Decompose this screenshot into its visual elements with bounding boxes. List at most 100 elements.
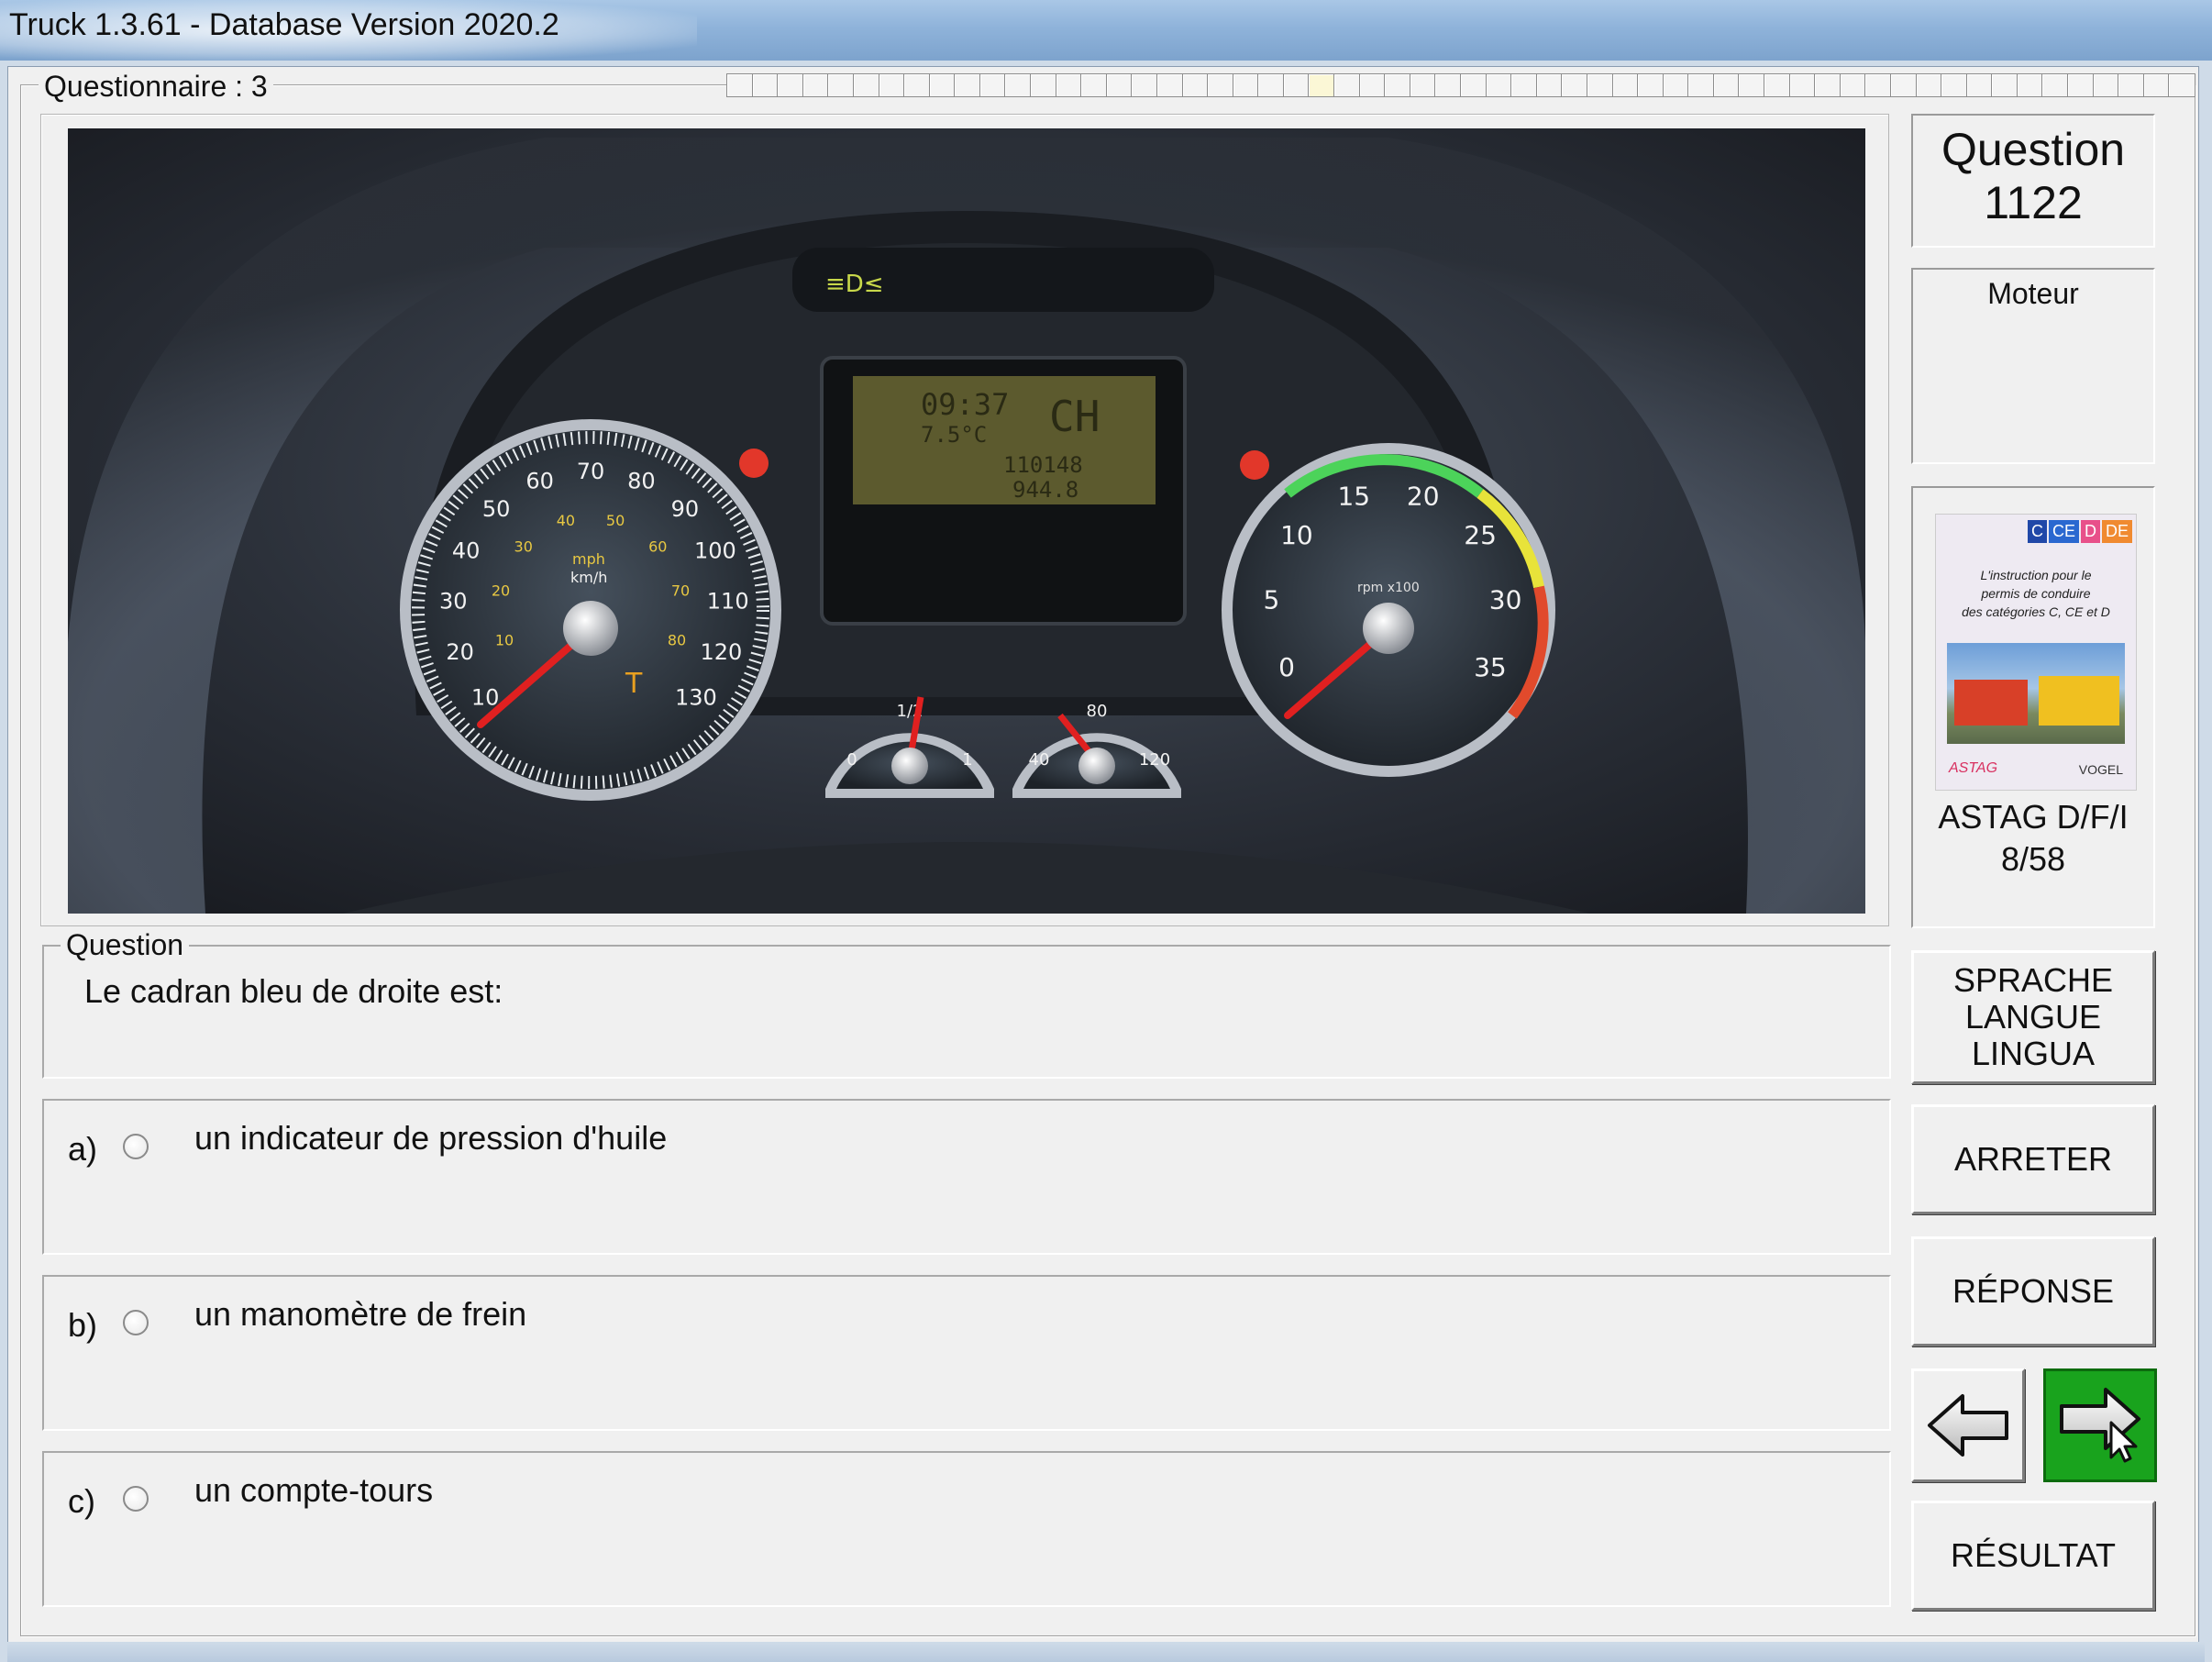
book-badge: D: [2080, 520, 2100, 543]
book-badge: CE: [2048, 520, 2079, 543]
progress-cell: [1788, 73, 1817, 97]
progress-cell: [1004, 73, 1033, 97]
window-bottom-border: [7, 1642, 2205, 1662]
questionnaire-label: Questionnaire : 3: [39, 70, 273, 104]
answer-a-radio[interactable]: [123, 1134, 149, 1159]
question-label: Question: [1941, 124, 2126, 175]
title-bar: Truck 1.3.61 - Database Version 2020.2: [0, 0, 2212, 61]
question-panel: [42, 945, 1891, 1079]
answer-c-radio[interactable]: [123, 1486, 149, 1512]
answer-b-text[interactable]: un manomètre de frein: [194, 1295, 526, 1334]
question-group-label: Question: [61, 928, 190, 962]
progress-cell: [1965, 73, 1994, 97]
answer-button[interactable]: RÉPONSE: [1911, 1236, 2155, 1346]
question-text: Le cadran bleu de droite est:: [84, 972, 503, 1010]
progress-cell: [1712, 73, 1741, 97]
progress-cell: [1105, 73, 1134, 97]
lcd-time: 09:37: [921, 387, 1009, 422]
progress-cell: [928, 73, 957, 97]
progress-cell: [802, 73, 830, 97]
rev-counter: 0 5 10 15 20 25 30 35 rpm x100: [1222, 443, 1555, 777]
temp-tick-label: 120: [1139, 750, 1170, 770]
language-line: SPRACHE: [1952, 961, 2114, 999]
progress-cell: [1561, 73, 1589, 97]
language-line: LINGUA: [1971, 1035, 2096, 1072]
progress-cell: [954, 73, 982, 97]
progress-cell: [1586, 73, 1614, 97]
previous-button[interactable]: [1911, 1368, 2025, 1482]
progress-cell: [1308, 73, 1336, 97]
speedo-tick-label: 80: [627, 469, 656, 494]
result-button[interactable]: RÉSULTAT: [1911, 1501, 2155, 1611]
book-title: L'instruction pour le permis de conduire…: [1936, 566, 2136, 621]
progress-cell: [1510, 73, 1539, 97]
book-title-line: des catégories C, CE et D: [1962, 604, 2110, 619]
speedo-tick-label: 70: [577, 459, 605, 484]
answer-a-text[interactable]: un indicateur de pression d'huile: [194, 1119, 667, 1158]
speedo-tick-label: 50: [482, 496, 511, 522]
answer-b-letter: b): [68, 1306, 98, 1344]
answer-a-letter: a): [68, 1130, 98, 1168]
answer-b-radio[interactable]: [123, 1310, 149, 1335]
category-box: Moteur: [1911, 268, 2155, 464]
speedo-tick-label: 40: [452, 538, 481, 564]
rev-unit: rpm x100: [1357, 581, 1420, 595]
progress-cell: [979, 73, 1007, 97]
speedo-mph-label: 60: [648, 538, 667, 556]
questionnaire-progress: [726, 73, 2196, 97]
speedometer: 102030405060 70 8090100110120130 10203040 5…: [400, 419, 781, 801]
result-button-label: RÉSULTAT: [1950, 1536, 2117, 1574]
book-title-line: L'instruction pour le: [1980, 568, 2092, 582]
rev-tick-label: 35: [1474, 652, 1507, 682]
rev-tick-label: 0: [1278, 652, 1295, 682]
stop-button[interactable]: ARRETER: [1911, 1104, 2155, 1214]
progress-cell: [1460, 73, 1488, 97]
book-caption-2: 8/58: [2000, 840, 2066, 878]
arrow-right-icon: [2060, 1388, 2140, 1463]
next-button[interactable]: [2043, 1368, 2157, 1482]
dashboard-photo: ≡D≤ 09:37 7.5°C CH 110148 944.8 10203040…: [68, 128, 1865, 914]
progress-cell: [1232, 73, 1260, 97]
book-publisher-right: VOGEL: [2078, 762, 2123, 777]
speedo-mph-label: 20: [492, 582, 510, 600]
progress-cell: [751, 73, 780, 97]
speedo-tick-label: 10: [471, 684, 500, 710]
speedo-mph-label: 50: [606, 512, 625, 529]
progress-cell: [2118, 73, 2146, 97]
rev-tick-label: 20: [1407, 482, 1440, 512]
progress-cell: [1156, 73, 1184, 97]
rev-tick-label: 25: [1464, 520, 1497, 550]
progress-cell: [903, 73, 932, 97]
category-label: Moteur: [1987, 277, 2079, 310]
progress-cell: [1257, 73, 1286, 97]
progress-cell: [1764, 73, 1792, 97]
progress-cell: [2016, 73, 2044, 97]
book-caption-1: ASTAG D/F/I: [1938, 798, 2129, 836]
lcd-odometer-1: 110148: [1003, 452, 1083, 478]
progress-cell: [1662, 73, 1690, 97]
progress-cell: [1384, 73, 1412, 97]
temp-tick-label: 80: [1087, 702, 1108, 721]
svg-text:≡D≤: ≡D≤: [825, 271, 884, 298]
progress-cell: [726, 73, 754, 97]
progress-cell: [1889, 73, 1918, 97]
progress-cell: [1207, 73, 1235, 97]
progress-cell: [827, 73, 856, 97]
progress-cell: [1485, 73, 1513, 97]
arrow-left-icon: [1928, 1394, 2008, 1457]
answer-button-label: RÉPONSE: [1952, 1272, 2115, 1310]
progress-cell: [1055, 73, 1083, 97]
progress-cell: [1611, 73, 1640, 97]
progress-cell: [1864, 73, 1893, 97]
speedo-unit-kmh: km/h: [570, 569, 607, 586]
progress-cell: [1282, 73, 1311, 97]
progress-cell: [1333, 73, 1362, 97]
book-photo: [1947, 643, 2125, 744]
progress-cell: [1409, 73, 1437, 97]
speedo-tick-label: 120: [700, 639, 742, 665]
answer-c-text[interactable]: un compte-tours: [194, 1471, 433, 1510]
progress-cell: [777, 73, 805, 97]
language-button[interactable]: SPRACHE LANGUE LINGUA: [1911, 950, 2155, 1084]
fuel-tick-label: 0: [846, 750, 857, 770]
book-badge: C: [2027, 520, 2047, 543]
